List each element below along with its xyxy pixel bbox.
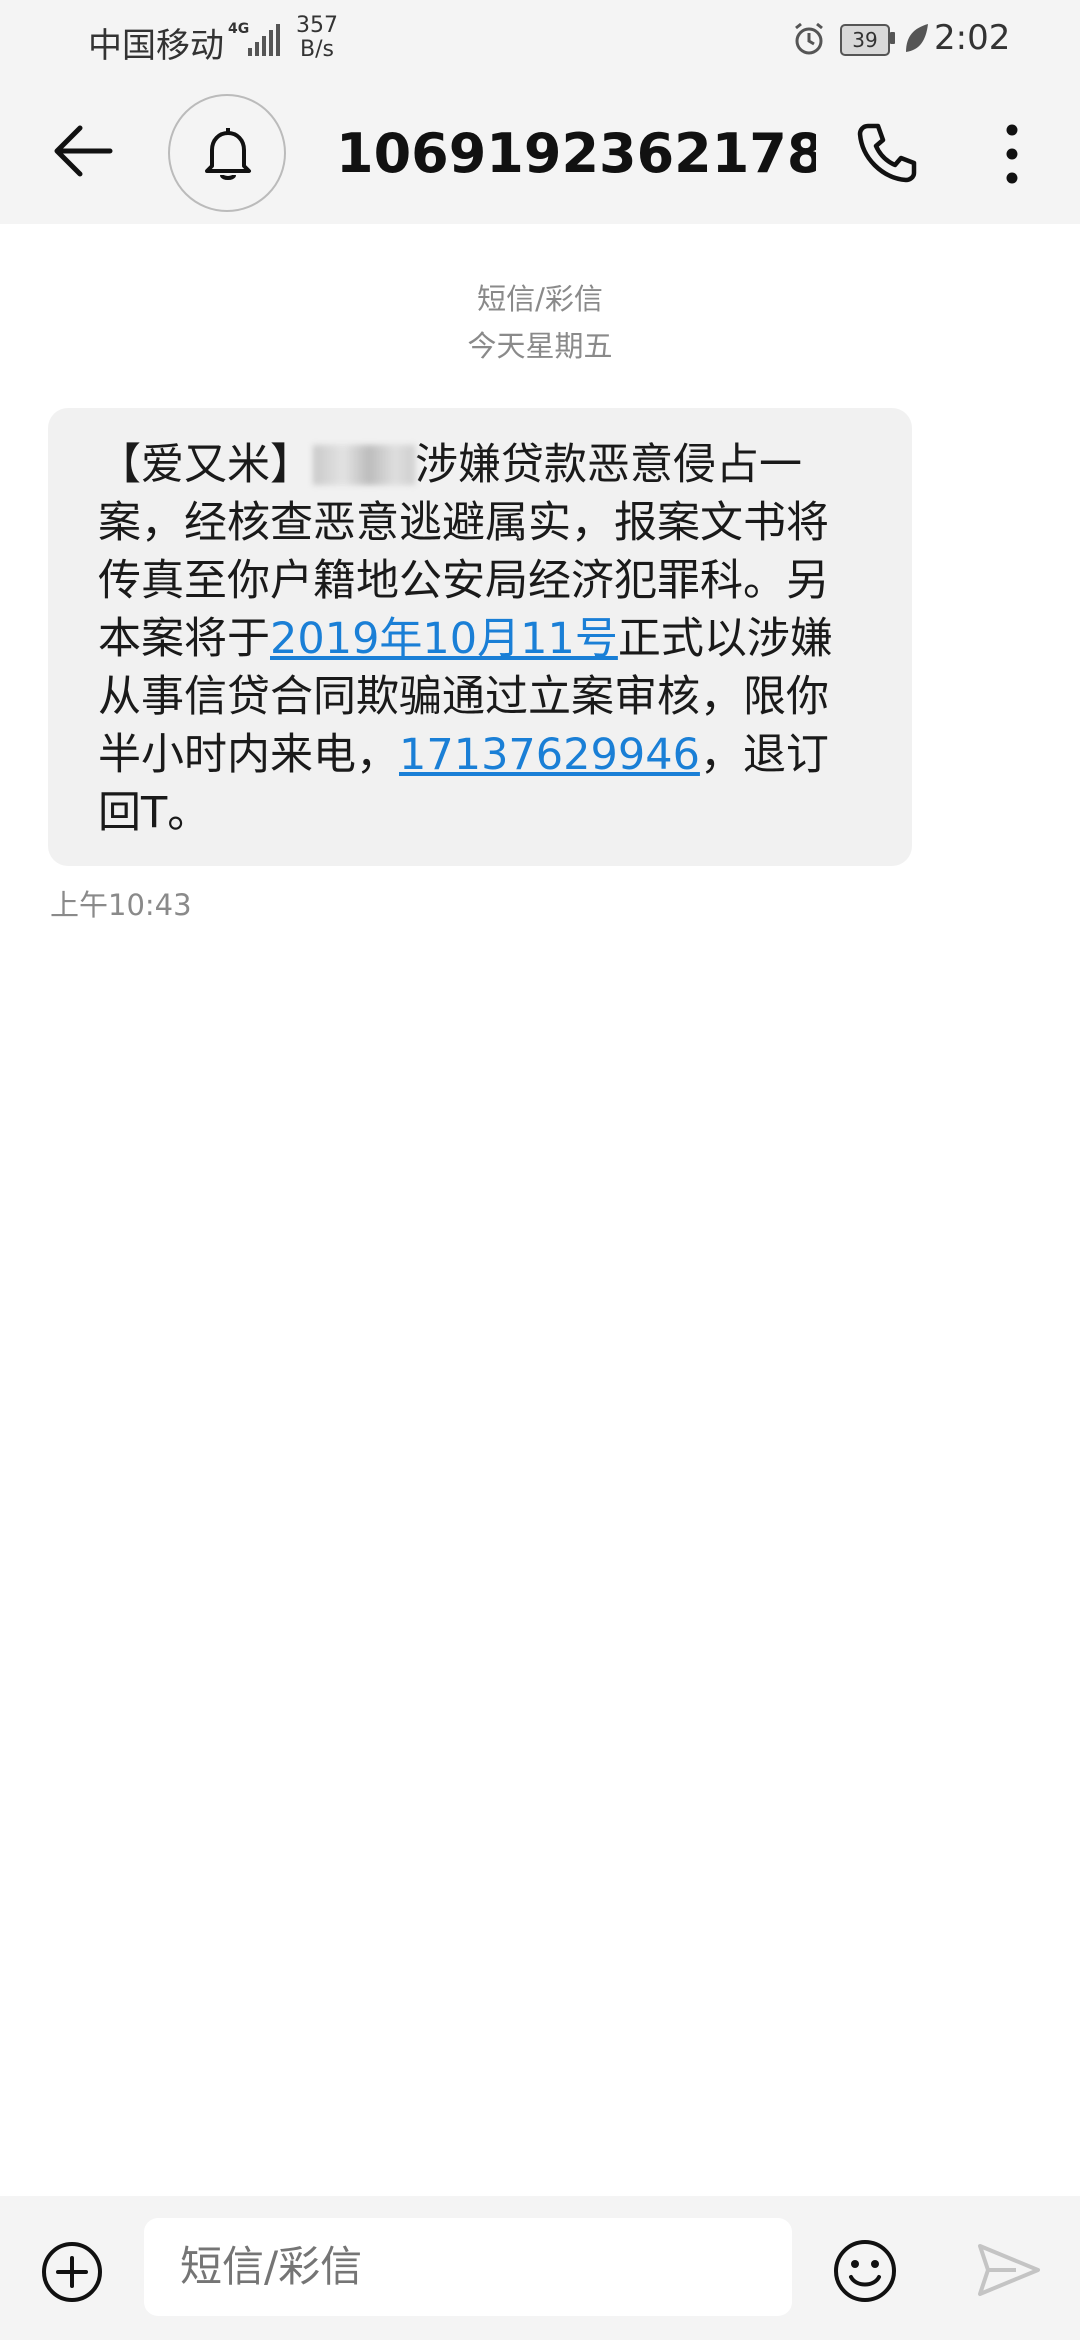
carrier-name: 中国移动 [88,26,224,66]
composer-bar [0,2196,1080,2340]
data-speed-unit: B/s [300,37,334,62]
data-speed-value: 357 [296,13,338,38]
redacted-text [313,445,415,485]
emoji-icon[interactable] [832,2238,898,2304]
phone-number-link[interactable]: 17137629946 [399,730,700,780]
date-link[interactable]: 2019年10月11号 [270,614,618,664]
battery-tip [890,32,895,44]
message-input[interactable] [144,2218,792,2316]
data-speed: 357 B/s [296,14,338,62]
back-arrow-icon[interactable] [52,120,114,182]
add-circle-icon[interactable] [40,2240,104,2304]
battery-level: 39 [840,24,890,56]
message-type-label: 短信/彩信 [477,282,603,316]
conversation-header: 10691923621782... [0,84,1080,224]
status-bar: 中国移动 4G 357 B/s 39 2:02 [0,0,1080,84]
contact-number: 10691923621782... [336,122,816,185]
bell-icon [205,128,251,180]
send-icon[interactable] [976,2242,1042,2298]
power-saving-leaf-icon [906,24,928,52]
status-time: 2:02 [934,18,1011,58]
date-separator: 今天星期五 [467,329,613,363]
message-timestamp: 上午10:43 [50,888,192,922]
signal-icon [248,24,280,56]
contact-avatar-button[interactable] [168,94,286,212]
message-text-prefix: 【爱又米】 [98,440,313,490]
message-bubble[interactable]: 【爱又米】 涉嫌贷款恶意侵占一案，经核查恶意逃避属实，报案文书将传真至你户籍地公安… [48,408,912,866]
more-vertical-icon[interactable] [1000,122,1024,186]
alarm-icon [795,22,823,55]
phone-icon[interactable] [854,120,920,186]
